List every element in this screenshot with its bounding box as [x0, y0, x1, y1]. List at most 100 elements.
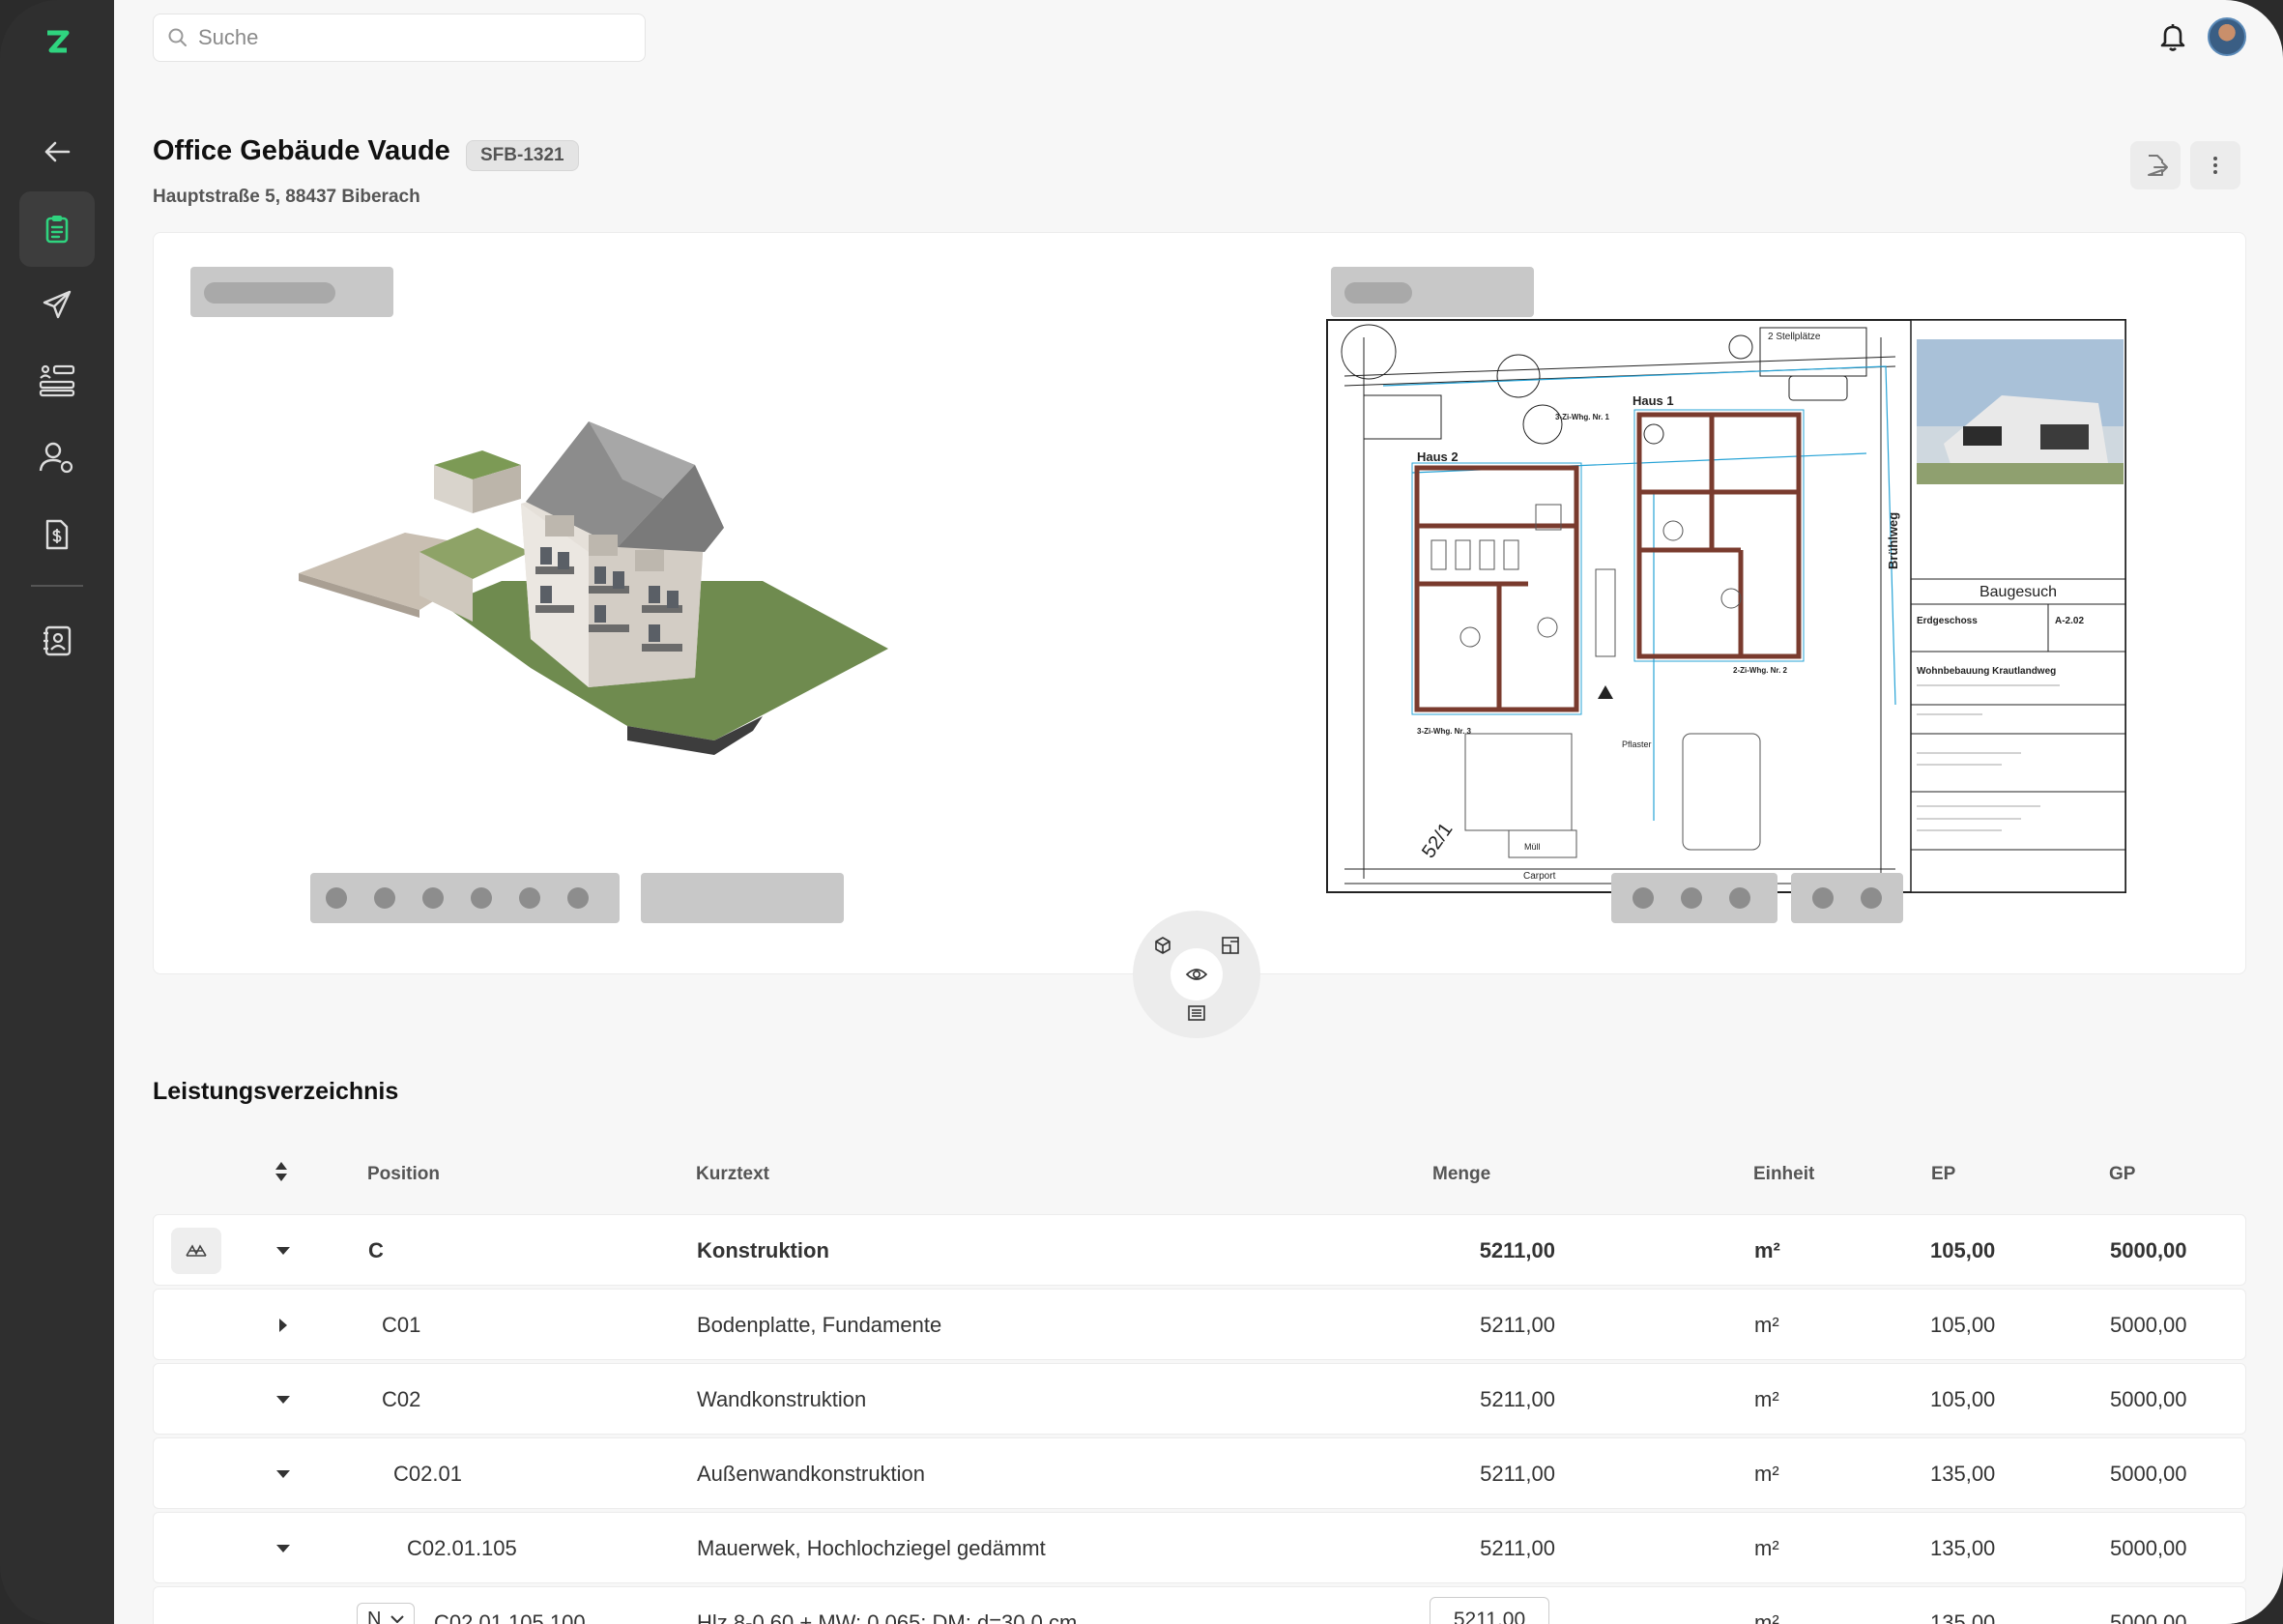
- cell-kurztext: Wandkonstruktion: [697, 1387, 867, 1411]
- cell-kurztext: Mauerwek, Hochlochziegel gedämmt: [697, 1536, 1046, 1560]
- cell-position: C02.01.105: [407, 1536, 517, 1560]
- cell-position: C01: [382, 1313, 421, 1337]
- plan-label-project: Wohnbebauung Krautlandweg: [1917, 666, 2056, 677]
- header-menge[interactable]: Menge: [1432, 1164, 1490, 1185]
- eye-icon: [1185, 969, 1208, 980]
- logo-z-icon: [47, 30, 70, 53]
- sidebar-back-button[interactable]: [19, 114, 95, 189]
- plan-title-placeholder: [1331, 267, 1534, 317]
- cell-menge: 5211,00: [1480, 1536, 1555, 1560]
- cell-menge: 5211,00: [1480, 1313, 1555, 1337]
- cell-menge: 5211,00: [1479, 1238, 1555, 1262]
- caret-down-icon: [276, 1247, 290, 1255]
- cell-ep: 105,00: [1930, 1238, 1996, 1262]
- plan-label-street: Brühlweg: [1886, 512, 1900, 569]
- section-title: Leistungsverzeichnis: [153, 1078, 399, 1105]
- export-button[interactable]: [2130, 141, 2181, 189]
- sort-icon[interactable]: [274, 1160, 289, 1189]
- plan-label-carport: Carport: [1523, 871, 1556, 882]
- project-code-badge: SFB-1321: [466, 140, 579, 171]
- row-toggle-expanded[interactable]: [272, 1388, 295, 1411]
- plan-label-parking: 2 Stellplätze: [1768, 332, 1821, 342]
- plan-label-sheet: A-2.02: [2055, 616, 2084, 626]
- search-icon: [168, 28, 187, 46]
- plan-label-baugesuch: Baugesuch: [1980, 584, 2057, 600]
- search-input[interactable]: [198, 25, 623, 50]
- cell-kurztext: Außenwandkonstruktion: [697, 1462, 926, 1486]
- sidebar-item-contacts[interactable]: [19, 603, 95, 679]
- caret-down-icon: [276, 1545, 290, 1552]
- cell-gp: 5000,00: [2110, 1462, 2187, 1486]
- cell-gp: 5000,00: [2110, 1238, 2187, 1262]
- sidebar-item-projects[interactable]: [19, 191, 95, 267]
- notifications-button[interactable]: [2153, 17, 2192, 56]
- cell-ep: 105,00: [1930, 1387, 1996, 1411]
- back-arrow-icon: [44, 141, 71, 162]
- header-kurztext[interactable]: Kurztext: [696, 1164, 769, 1185]
- table-row[interactable]: C01 Bodenplatte, Fundamente 5211,00 m² 1…: [153, 1289, 2246, 1360]
- clipboard-icon: [45, 216, 69, 244]
- page-title: Office Gebäude Vaude: [153, 135, 450, 166]
- row-type-dropdown[interactable]: N: [357, 1603, 416, 1624]
- list-icon: [1188, 1005, 1205, 1021]
- chevron-down-icon: [390, 1615, 405, 1623]
- plan-label-unit3: 3-Zi-Whg. Nr. 3: [1417, 727, 1472, 736]
- row-toggle-expanded[interactable]: [272, 1239, 295, 1262]
- plan-label-pflaster: Pflaster: [1622, 740, 1652, 749]
- user-avatar[interactable]: [2208, 17, 2246, 56]
- table-row[interactable]: N C02.01.105.100 Hlz 8-0,60 + MW; 0,065;…: [153, 1586, 2246, 1624]
- building-3d-model[interactable]: [299, 407, 898, 755]
- row-type-button[interactable]: [171, 1228, 221, 1274]
- plan-label-haus1: Haus 1: [1633, 393, 1674, 408]
- cell-einheit: m²: [1754, 1387, 1779, 1411]
- row-toggle-expanded[interactable]: [272, 1537, 295, 1560]
- model-action-placeholder[interactable]: [641, 873, 844, 923]
- table-row[interactable]: C Konstruktion 5211,00 m² 105,00 5000,00: [153, 1214, 2246, 1286]
- project-address: Hauptstraße 5, 88437 Biberach: [153, 187, 420, 207]
- header-ep[interactable]: EP: [1931, 1164, 1955, 1185]
- table-header: Position Kurztext Menge Einheit EP GP: [153, 1156, 2246, 1195]
- cell-position: C02.01: [393, 1462, 462, 1486]
- quantity-input[interactable]: 5211,00: [1430, 1597, 1549, 1624]
- header-gp[interactable]: GP: [2109, 1164, 2135, 1185]
- plan-label-erdgeschoss: Erdgeschoss: [1917, 616, 1978, 626]
- view-list-button[interactable]: [1183, 1000, 1210, 1027]
- export-file-icon: [2148, 155, 2168, 176]
- caret-down-icon: [276, 1396, 290, 1404]
- row-toggle-collapsed[interactable]: [272, 1314, 295, 1337]
- table-row[interactable]: C02.01.105 Mauerwek, Hochlochziegel gedä…: [153, 1512, 2246, 1583]
- cell-position: C02: [382, 1387, 421, 1411]
- cell-ep: 135,00: [1930, 1462, 1996, 1486]
- cell-kurztext: Bodenplatte, Fundamente: [697, 1313, 942, 1337]
- sidebar-item-tasks[interactable]: [19, 342, 95, 418]
- construction-icon: [186, 1244, 207, 1257]
- view-visibility-button[interactable]: [1170, 948, 1223, 1000]
- view-plan-button[interactable]: [1217, 932, 1244, 959]
- plan-action-placeholder[interactable]: [1791, 873, 1903, 923]
- sidebar-item-send[interactable]: [19, 267, 95, 342]
- sidebar-item-user-settings[interactable]: [19, 420, 95, 495]
- header-position[interactable]: Position: [367, 1164, 440, 1185]
- floor-plan-drawing[interactable]: Baugesuch Erdgeschoss A-2.02 Wohnbebauun…: [1325, 318, 2127, 898]
- row-toggle-expanded[interactable]: [272, 1463, 295, 1486]
- app-logo[interactable]: [39, 23, 75, 60]
- invoice-icon: [45, 519, 69, 550]
- more-options-button[interactable]: [2190, 141, 2240, 189]
- header-einheit[interactable]: Einheit: [1753, 1164, 1814, 1185]
- table-row[interactable]: C02.01 Außenwandkonstruktion 5211,00 m² …: [153, 1437, 2246, 1509]
- more-vertical-icon: [2213, 157, 2217, 174]
- cell-ep: 135,00: [1930, 1536, 1996, 1560]
- cell-kurztext: Hlz 8-0,60 + MW; 0,065; DM; d=30,0 cm: [697, 1610, 1078, 1624]
- cube-icon: [1155, 937, 1170, 954]
- sidebar-divider: [31, 585, 83, 587]
- sidebar-item-invoices[interactable]: [19, 497, 95, 572]
- cell-einheit: m²: [1754, 1313, 1779, 1337]
- table-row[interactable]: C02 Wandkonstruktion 5211,00 m² 105,00 5…: [153, 1363, 2246, 1435]
- cell-einheit: m²: [1754, 1536, 1779, 1560]
- cell-gp: 5000,00: [2110, 1610, 2187, 1624]
- task-list-icon: [39, 364, 75, 397]
- cell-gp: 5000,00: [2110, 1536, 2187, 1560]
- view-3d-button[interactable]: [1149, 932, 1176, 959]
- search-bar[interactable]: [153, 14, 646, 62]
- cell-gp: 5000,00: [2110, 1387, 2187, 1411]
